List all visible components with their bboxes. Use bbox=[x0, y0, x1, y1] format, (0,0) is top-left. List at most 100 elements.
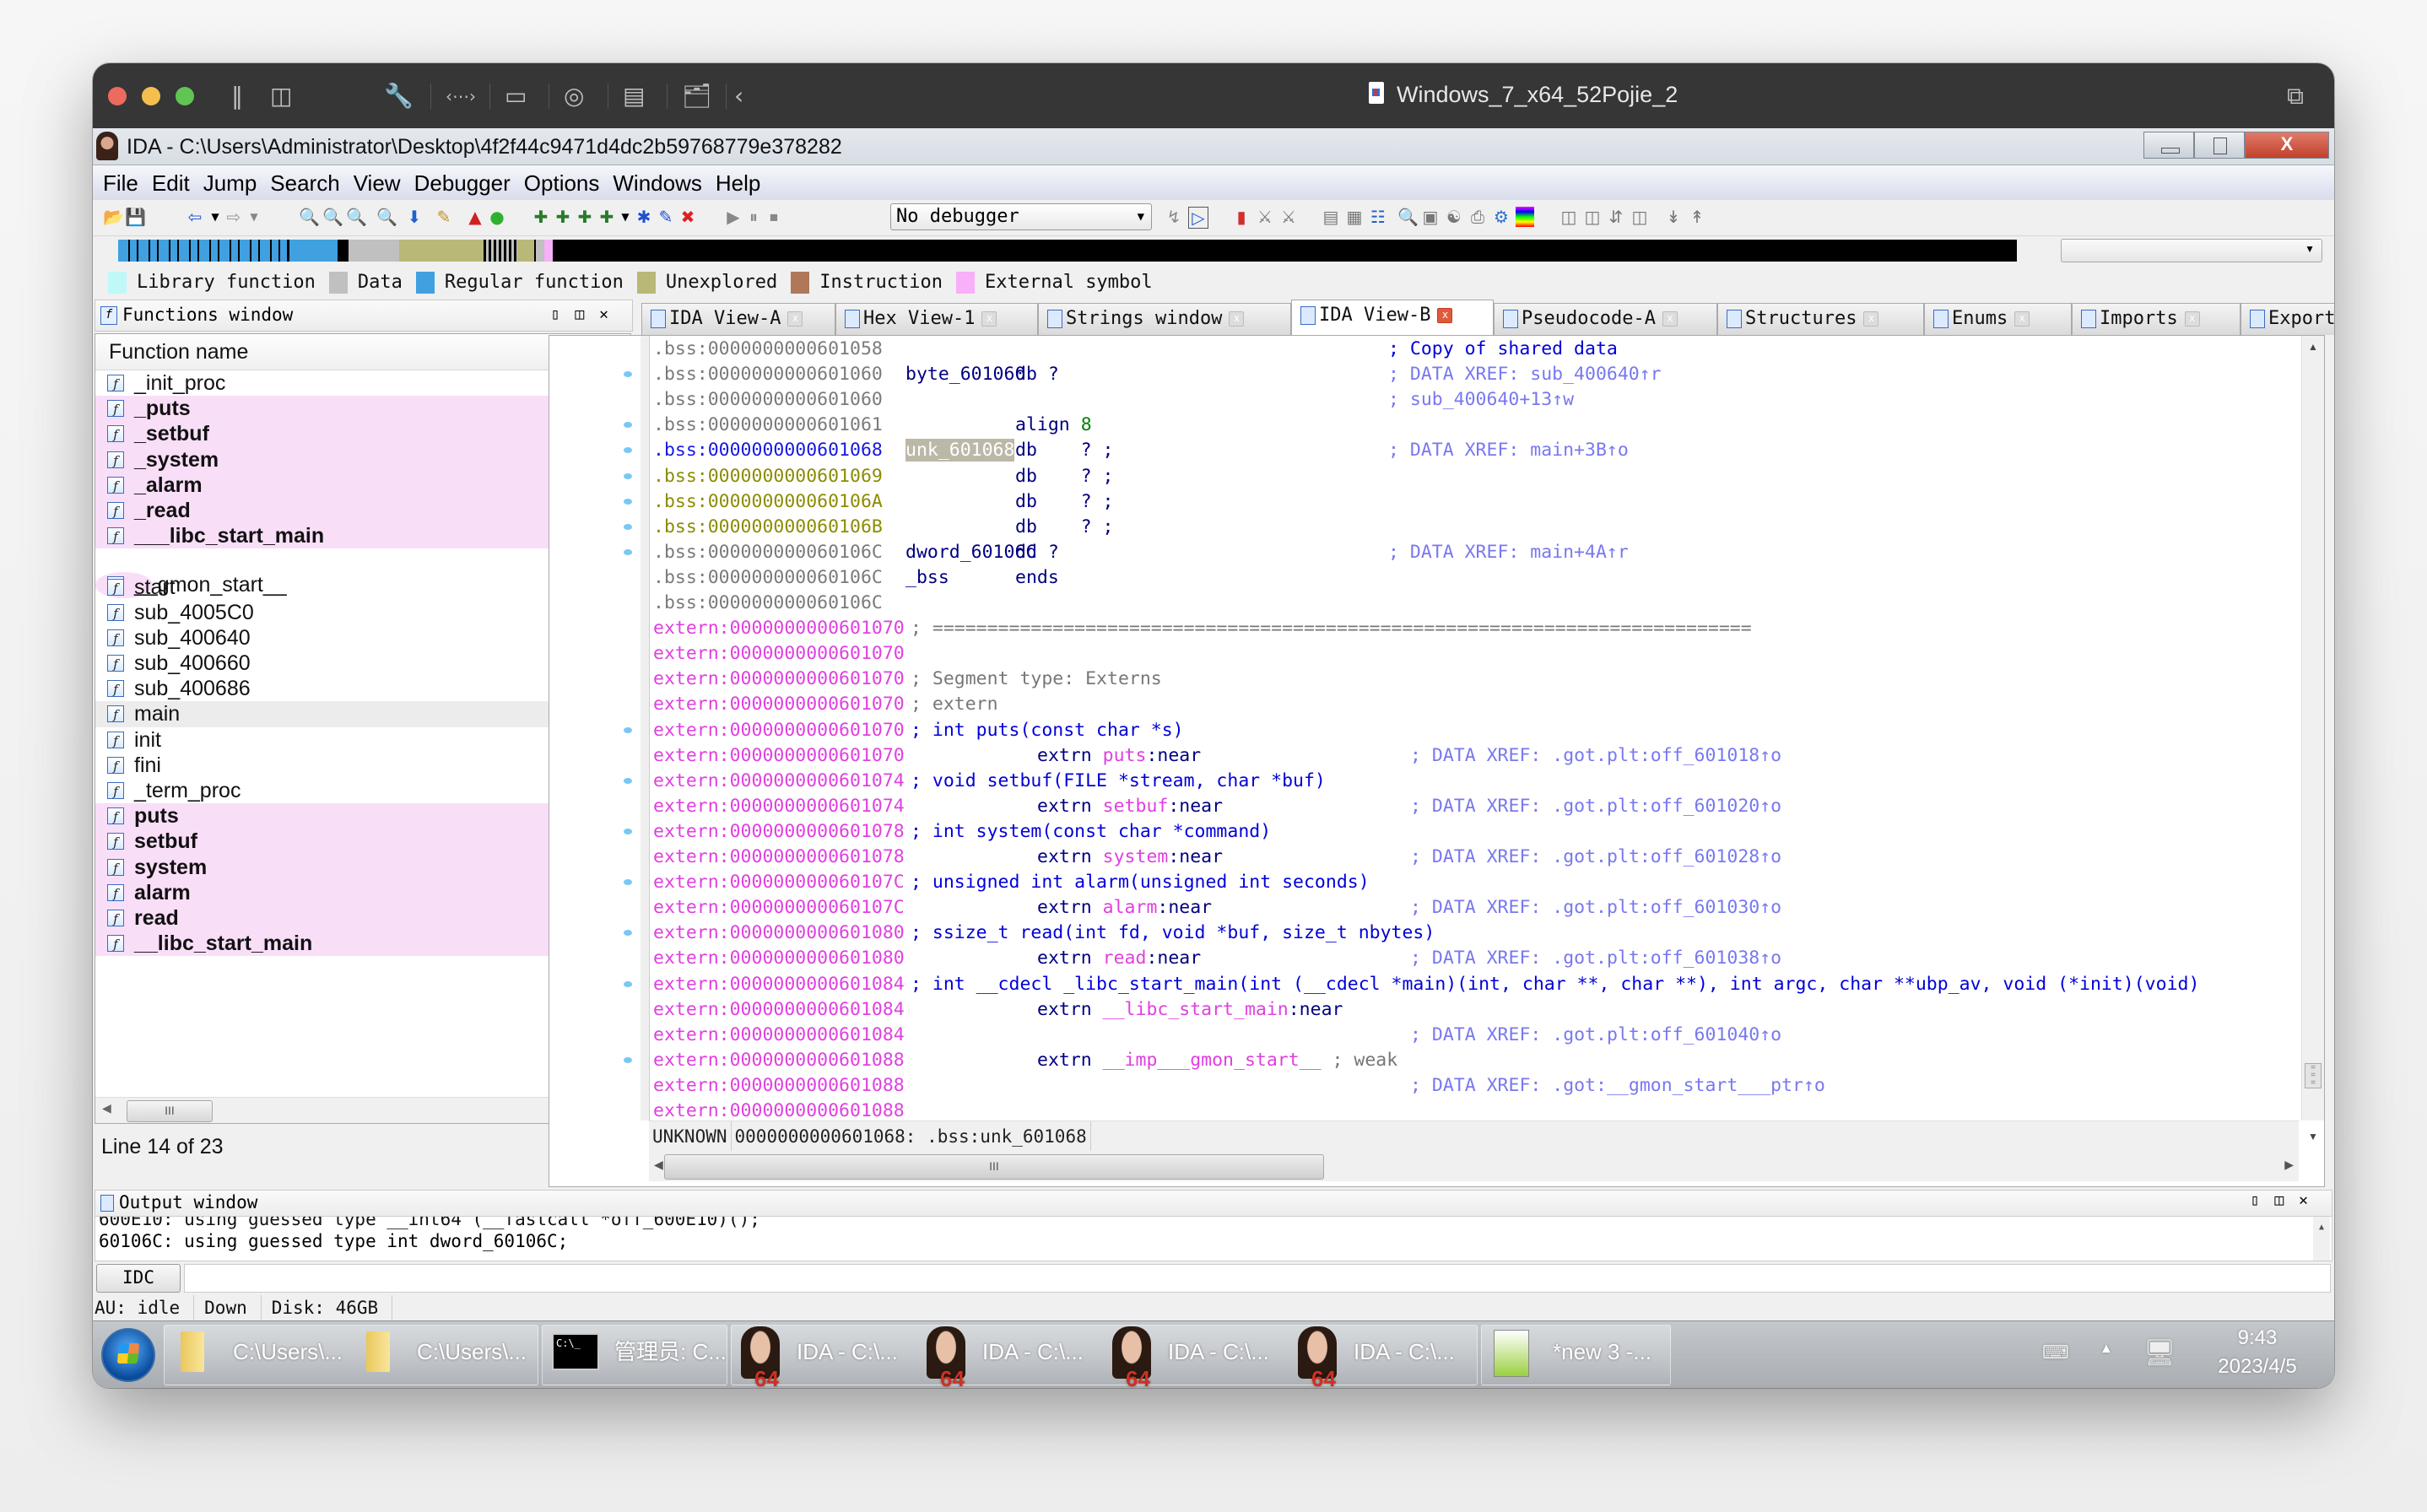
pause-debug-icon[interactable]: ⏸ bbox=[744, 207, 763, 227]
disassembly-listing[interactable]: .bss:0000000000601058 ; Copy of shared da… bbox=[653, 336, 2257, 1120]
code-line[interactable]: .bss:0000000000601058 ; Copy of shared da… bbox=[653, 338, 2257, 360]
pause-icon[interactable]: ‖ bbox=[231, 84, 243, 109]
output-vscrollbar[interactable]: ▲▼ bbox=[2313, 1217, 2330, 1261]
code-line[interactable]: extern:0000000000601070 ; ===============… bbox=[653, 617, 2257, 640]
add-struct-icon[interactable]: ◫ bbox=[1559, 207, 1578, 227]
code-line[interactable]: extern:0000000000601078 ; int system(cons… bbox=[653, 820, 2257, 843]
code-line[interactable]: extern:0000000000601074 extrn setbuf:near… bbox=[653, 795, 2257, 818]
tab-ida-view-a[interactable]: IDA View-A x bbox=[641, 303, 835, 335]
scroll-right-icon[interactable]: ▶ bbox=[2284, 1158, 2294, 1172]
restore-icon[interactable]: ⧉ bbox=[2287, 84, 2304, 109]
breakpoint-dot[interactable] bbox=[624, 523, 632, 530]
close-tab-icon[interactable]: x bbox=[1662, 311, 1678, 327]
search-immediate-icon[interactable]: 🔍 bbox=[346, 207, 367, 227]
keyboard-icon[interactable]: ⌨ bbox=[2042, 1342, 2069, 1364]
clock-date[interactable]: 2023/4/5 bbox=[2203, 1355, 2312, 1379]
ida-minimize-button[interactable] bbox=[2143, 132, 2194, 159]
code-line[interactable]: extern:0000000000601088 bbox=[653, 1099, 2257, 1120]
disassembly-vscrollbar[interactable]: ▲ = = = ▼ bbox=[2301, 336, 2324, 1142]
menu-search[interactable]: Search bbox=[263, 165, 346, 197]
scroll-left-icon[interactable]: ◀ bbox=[102, 1101, 111, 1115]
code-brackets-icon[interactable]: ‹⋯› bbox=[446, 84, 476, 109]
scroll-down-icon[interactable]: ▼ bbox=[2308, 1131, 2318, 1142]
graph-view-icon[interactable]: ↯ bbox=[1165, 207, 1183, 227]
string-dropdown-icon[interactable]: ▼ bbox=[616, 207, 635, 227]
settings-icon[interactable]: ⚙ bbox=[1492, 207, 1511, 227]
breakpoint-dot[interactable] bbox=[624, 828, 632, 834]
code-line[interactable]: .bss:0000000000601060 ; sub_400640+13↑w bbox=[653, 388, 2257, 411]
code-line[interactable]: extern:0000000000601070 extrn puts:near ; … bbox=[653, 744, 2257, 767]
close-tab-icon[interactable]: x bbox=[1229, 311, 1245, 327]
rename-icon[interactable]: ✎ bbox=[657, 207, 675, 227]
tab-exports[interactable]: Exportsx bbox=[2241, 303, 2334, 335]
search-text-icon[interactable]: 🔍 bbox=[322, 207, 343, 227]
breakpoint-dot[interactable] bbox=[624, 371, 632, 378]
taskbar-item[interactable]: IDA - C:\... bbox=[736, 1321, 917, 1388]
scroll-thumb[interactable]: III bbox=[664, 1154, 1324, 1180]
scroll-thumb[interactable]: III bbox=[127, 1100, 213, 1122]
code-line[interactable]: .bss:0000000000601068 unk_601068 db ? ; ; D… bbox=[653, 439, 2257, 462]
list-icon[interactable]: ▤ bbox=[1322, 207, 1340, 227]
code-line[interactable]: extern:0000000000601074 ; void setbuf(FIL… bbox=[653, 770, 2257, 792]
tab-imports[interactable]: Imports x bbox=[2072, 303, 2241, 335]
panel-close-icon[interactable]: ✕ bbox=[2299, 1191, 2323, 1209]
breakpoint-dot[interactable] bbox=[624, 472, 632, 479]
scroll-left-icon[interactable]: ◀ bbox=[654, 1158, 663, 1172]
code-line[interactable]: .bss:0000000000601060 byte_601060 db ? ; DA… bbox=[653, 363, 2257, 386]
code-line[interactable]: extern:0000000000601070 bbox=[653, 642, 2257, 665]
make-data-icon[interactable]: ✚ bbox=[554, 207, 572, 227]
warning-icon[interactable]: ▲ bbox=[466, 207, 484, 227]
breakpoint-dot[interactable] bbox=[624, 726, 632, 733]
disc-icon[interactable]: ◎ bbox=[564, 84, 584, 109]
code-line[interactable]: .bss:000000000060106C bbox=[653, 591, 2257, 614]
breakpoint-dot[interactable] bbox=[624, 447, 632, 454]
code-line[interactable]: extern:0000000000601088 ; DATA XREF: .got… bbox=[653, 1074, 2257, 1097]
shared-folder-icon[interactable]: 🗂 bbox=[682, 84, 712, 109]
debugger-select[interactable]: No debugger ▼ bbox=[890, 203, 1152, 230]
menu-jump[interactable]: Jump bbox=[197, 165, 264, 197]
menu-help[interactable]: Help bbox=[709, 165, 767, 197]
breakpoint-dot[interactable] bbox=[624, 422, 632, 429]
code-line[interactable]: extern:0000000000601070 ; Segment type: E… bbox=[653, 667, 2257, 690]
code-line[interactable]: extern:0000000000601084 ; int __cdecl _li… bbox=[653, 973, 2257, 996]
jump-down-icon[interactable]: ⬇ bbox=[405, 207, 424, 227]
code-line[interactable]: .bss:000000000060106B db ? ; bbox=[653, 516, 2257, 538]
taskbar-item[interactable]: C:\_ 管理员: C... bbox=[549, 1321, 727, 1382]
expand-all-icon[interactable]: ↟ bbox=[1688, 207, 1706, 227]
copy-struct-icon[interactable]: ◫ bbox=[1583, 207, 1602, 227]
code-line[interactable]: extern:0000000000601070 ; int puts(const … bbox=[653, 719, 2257, 742]
panel-maximize-icon[interactable]: ▯ bbox=[2250, 1191, 2274, 1209]
search-binary-icon[interactable]: 🔍 bbox=[299, 207, 320, 227]
menu-windows[interactable]: Windows bbox=[606, 165, 708, 197]
call-graph-icon[interactable]: ☷ bbox=[1369, 207, 1387, 227]
tool-icon[interactable]: ⚔ bbox=[1256, 207, 1274, 227]
breakpoint-dot[interactable] bbox=[624, 1056, 632, 1063]
menu-view[interactable]: View bbox=[347, 165, 408, 197]
drive-icon[interactable]: ▭ bbox=[505, 84, 527, 109]
taskbar-item[interactable]: *new 3 -... bbox=[1487, 1321, 1668, 1382]
ida-close-button[interactable]: X bbox=[2245, 132, 2329, 159]
flowchart-icon[interactable]: ▦ bbox=[1345, 207, 1364, 227]
zoom-icon[interactable]: 🔍 bbox=[1397, 207, 1419, 227]
expand-struct-icon[interactable]: ⇵ bbox=[1607, 207, 1625, 227]
taskbar-item[interactable]: C:\Users\... bbox=[176, 1321, 353, 1382]
code-line[interactable]: extern:0000000000601078 extrn system:near… bbox=[653, 845, 2257, 868]
make-ascii-icon[interactable]: ✚ bbox=[576, 207, 594, 227]
code-line[interactable]: .bss:000000000060106A db ? ; bbox=[653, 490, 2257, 513]
breakpoint-dot[interactable] bbox=[624, 498, 632, 505]
segment-dropdown[interactable]: ▼ bbox=[2061, 239, 2322, 262]
delete-struct-icon[interactable]: ◫ bbox=[1630, 207, 1649, 227]
code-label[interactable]: unk_601068 bbox=[905, 439, 1015, 462]
breakpoint-dot[interactable] bbox=[624, 879, 632, 886]
close-tab-icon[interactable]: x bbox=[981, 311, 997, 327]
fit-icon[interactable]: ▣ bbox=[1421, 207, 1440, 227]
breakpoint-dot[interactable] bbox=[624, 548, 632, 555]
idc-button[interactable]: IDC bbox=[96, 1264, 181, 1293]
tool-remove-icon[interactable]: ⚔ bbox=[1279, 207, 1298, 227]
menu-edit[interactable]: Edit bbox=[145, 165, 197, 197]
edit-icon[interactable]: ✎ bbox=[435, 207, 453, 227]
tab-ida-view-b[interactable]: IDA View-B x bbox=[1291, 300, 1494, 335]
snapshot-icon[interactable]: ◫ bbox=[270, 84, 292, 109]
text-view-icon[interactable]: ▷ bbox=[1188, 207, 1208, 229]
show-hidden-icons-icon[interactable]: ▲ bbox=[2100, 1342, 2113, 1357]
